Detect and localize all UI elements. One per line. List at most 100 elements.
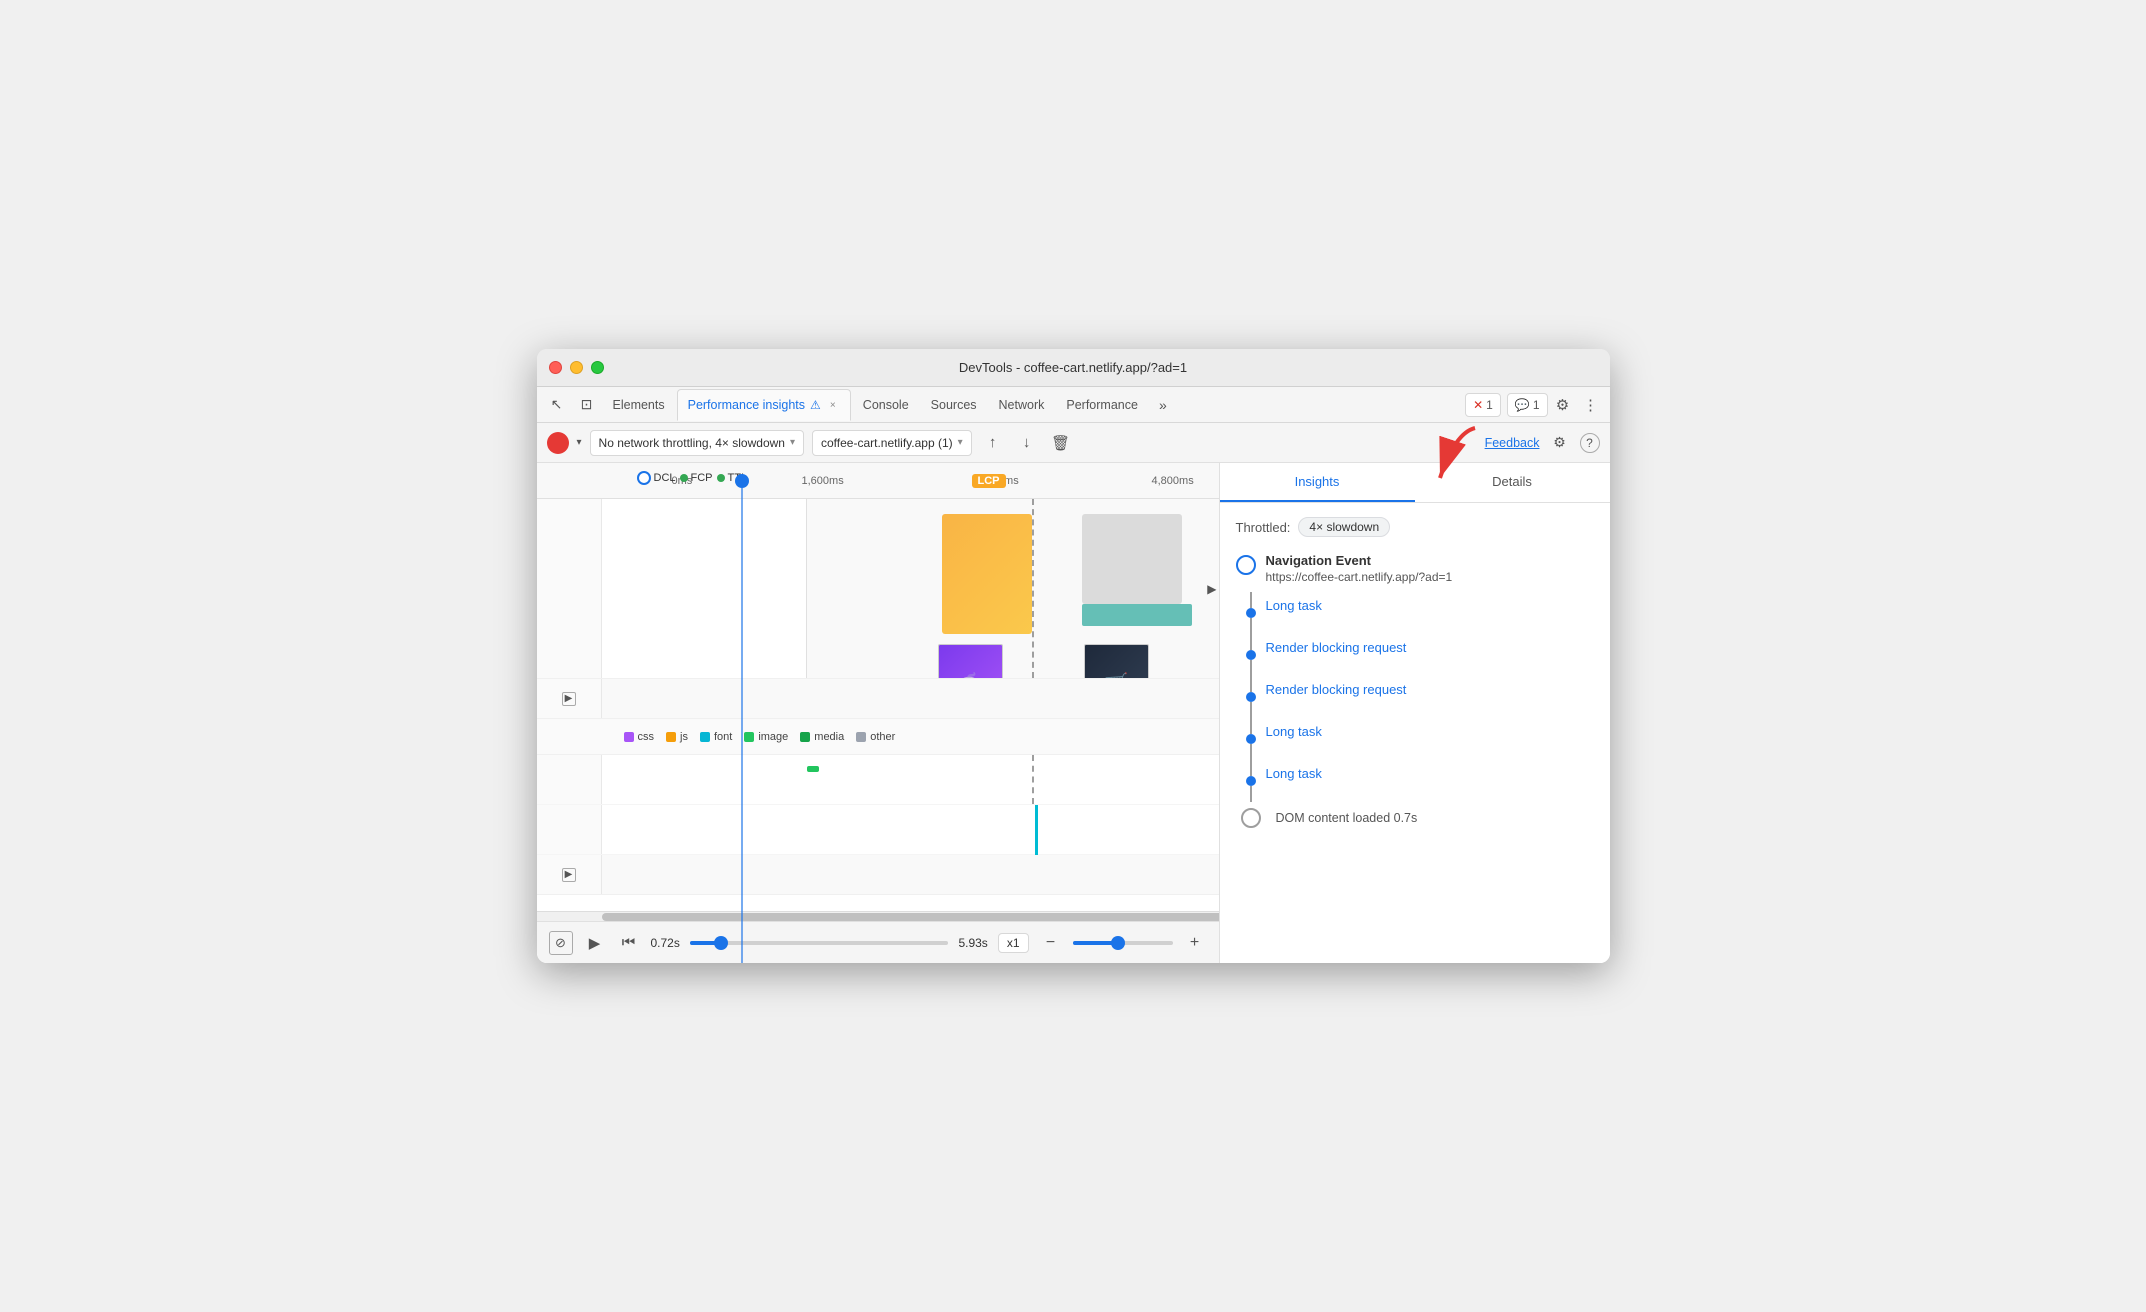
- screenshot-thumb-1[interactable]: ☕: [938, 644, 1003, 678]
- line-bottom-4: [1250, 786, 1252, 802]
- tab-performance-insights[interactable]: Performance insights ⚠ ×: [677, 389, 851, 421]
- insights-tabs: Insights Details: [1220, 463, 1610, 503]
- error-badge[interactable]: ✕ 1: [1465, 393, 1501, 417]
- camera-off-button[interactable]: ⊘: [549, 931, 573, 955]
- more-menu-button[interactable]: ⋮: [1578, 392, 1604, 418]
- scrollbar-thumb[interactable]: [602, 913, 1220, 921]
- playback-slider[interactable]: [690, 941, 949, 945]
- record-button[interactable]: [547, 432, 569, 454]
- comment-badge[interactable]: 💬 1: [1507, 393, 1548, 417]
- horizontal-scrollbar[interactable]: [537, 911, 1219, 921]
- legend-font: font: [700, 731, 732, 743]
- green-block: [1082, 604, 1192, 626]
- tab-performance[interactable]: Performance: [1056, 389, 1148, 421]
- insight-link-3[interactable]: Long task: [1266, 718, 1322, 760]
- tab-details[interactable]: Details: [1415, 463, 1610, 502]
- navigation-event: Navigation Event https://coffee-cart.net…: [1236, 553, 1594, 584]
- maximize-window-button[interactable]: [591, 361, 604, 374]
- thumb-2-icon: 🛒: [1104, 671, 1129, 679]
- toolbar-help-button[interactable]: ?: [1580, 433, 1600, 453]
- line-top-4: [1250, 760, 1252, 776]
- throttle-value[interactable]: 4× slowdown: [1298, 517, 1390, 537]
- tab-details-label: Details: [1492, 474, 1532, 489]
- slider-thumb[interactable]: [714, 936, 728, 950]
- tab-performance-insights-label: Performance insights: [688, 398, 805, 412]
- legend-js: js: [666, 731, 688, 743]
- tab-sources[interactable]: Sources: [921, 389, 987, 421]
- insight-link-2[interactable]: Render blocking request: [1266, 676, 1407, 718]
- speed-badge[interactable]: x1: [998, 933, 1029, 953]
- expand-section-button[interactable]: ▶: [562, 692, 576, 706]
- legend-media-label: media: [814, 731, 844, 743]
- dot-4: [1246, 776, 1256, 786]
- url-select[interactable]: coffee-cart.netlify.app (1) ▾: [812, 430, 972, 456]
- tab-insights[interactable]: Insights: [1220, 463, 1415, 502]
- timeline-body[interactable]: ☕ 🛒 ▶: [537, 499, 1219, 911]
- delete-button[interactable]: 🗑: [1048, 430, 1074, 456]
- screenshot-thumb-2[interactable]: 🛒: [1084, 644, 1149, 678]
- lcp-badge-container: LCP: [972, 472, 1006, 487]
- collapsed-section: [602, 679, 1219, 718]
- cursor-icon[interactable]: ↖: [543, 391, 571, 419]
- dom-connector: [1236, 808, 1266, 828]
- thumb-1-icon: ☕: [958, 671, 983, 679]
- net-row-2-label: [537, 805, 602, 854]
- insight-link-4[interactable]: Long task: [1266, 760, 1322, 802]
- close-window-button[interactable]: [549, 361, 562, 374]
- playhead[interactable]: [735, 474, 749, 488]
- tab-console[interactable]: Console: [853, 389, 919, 421]
- gray-block: [1082, 514, 1182, 604]
- dot-3: [1246, 734, 1256, 744]
- fcp-dot: [680, 474, 688, 482]
- expand-right-button[interactable]: ▶: [1207, 582, 1216, 596]
- throttle-select[interactable]: No network throttling, 4× slowdown ▾: [590, 430, 804, 456]
- timeline-panel: 0ms 1,600ms 3,200ms 4,800ms DCL FCP: [537, 463, 1220, 963]
- export-button[interactable]: ↑: [980, 430, 1006, 456]
- error-icon: ✕: [1473, 398, 1483, 412]
- js-color: [666, 732, 676, 742]
- tab-performance-label: Performance: [1066, 398, 1138, 412]
- insight-link-1[interactable]: Render blocking request: [1266, 634, 1407, 676]
- cyan-bar: [1035, 805, 1038, 855]
- settings-button[interactable]: ⚙: [1550, 392, 1576, 418]
- expand-row-label: ▶: [537, 679, 602, 718]
- nav-event-title: Navigation Event: [1266, 553, 1594, 568]
- insight-item-3: Long task: [1236, 718, 1594, 760]
- network-legend: css js font image: [537, 719, 1219, 755]
- tab-insights-label: Insights: [1295, 474, 1340, 489]
- close-tab-button[interactable]: ×: [826, 398, 840, 412]
- play-button[interactable]: ▶: [583, 931, 607, 955]
- zoom-slider[interactable]: [1073, 941, 1173, 945]
- insight-link-0[interactable]: Long task: [1266, 592, 1322, 634]
- line-bottom-0: [1250, 618, 1252, 634]
- tab-network[interactable]: Network: [989, 389, 1055, 421]
- expand-row-2: ▶: [537, 855, 1219, 895]
- connector-0: [1236, 592, 1266, 634]
- layers-icon[interactable]: ⊡: [573, 391, 601, 419]
- zoom-slider-thumb[interactable]: [1111, 936, 1125, 950]
- toolbar-gear-button[interactable]: ⚙: [1548, 431, 1572, 455]
- main-content: 0ms 1,600ms 3,200ms 4,800ms DCL FCP: [537, 463, 1610, 963]
- record-dropdown-arrow[interactable]: ▾: [577, 437, 582, 448]
- zoom-in-button[interactable]: +: [1183, 931, 1207, 955]
- tab-elements[interactable]: Elements: [603, 389, 675, 421]
- error-count: 1: [1486, 398, 1493, 412]
- feedback-link[interactable]: Feedback: [1485, 436, 1540, 450]
- minimize-window-button[interactable]: [570, 361, 583, 374]
- zoom-out-button[interactable]: −: [1039, 931, 1063, 955]
- media-color: [800, 732, 810, 742]
- dom-content-item: DOM content loaded 0.7s: [1236, 802, 1594, 834]
- time-ruler: 0ms 1,600ms 3,200ms 4,800ms DCL FCP: [537, 463, 1219, 499]
- playback-end-time: 5.93s: [958, 936, 987, 950]
- tab-console-label: Console: [863, 398, 909, 412]
- more-tabs-button[interactable]: »: [1150, 392, 1176, 418]
- insights-list: Long task Render blocking request: [1236, 592, 1594, 834]
- fcp-badge: FCP: [680, 472, 713, 484]
- expand-section-2-button[interactable]: ▶: [562, 868, 576, 882]
- download-button[interactable]: ↓: [1014, 430, 1040, 456]
- insights-body[interactable]: Throttled: 4× slowdown Navigation Event …: [1220, 503, 1610, 963]
- skip-to-start-button[interactable]: ⏮: [617, 931, 641, 955]
- line-bottom-1: [1250, 660, 1252, 676]
- line-top-3: [1250, 718, 1252, 734]
- expand-row-2-content: [602, 855, 1219, 894]
